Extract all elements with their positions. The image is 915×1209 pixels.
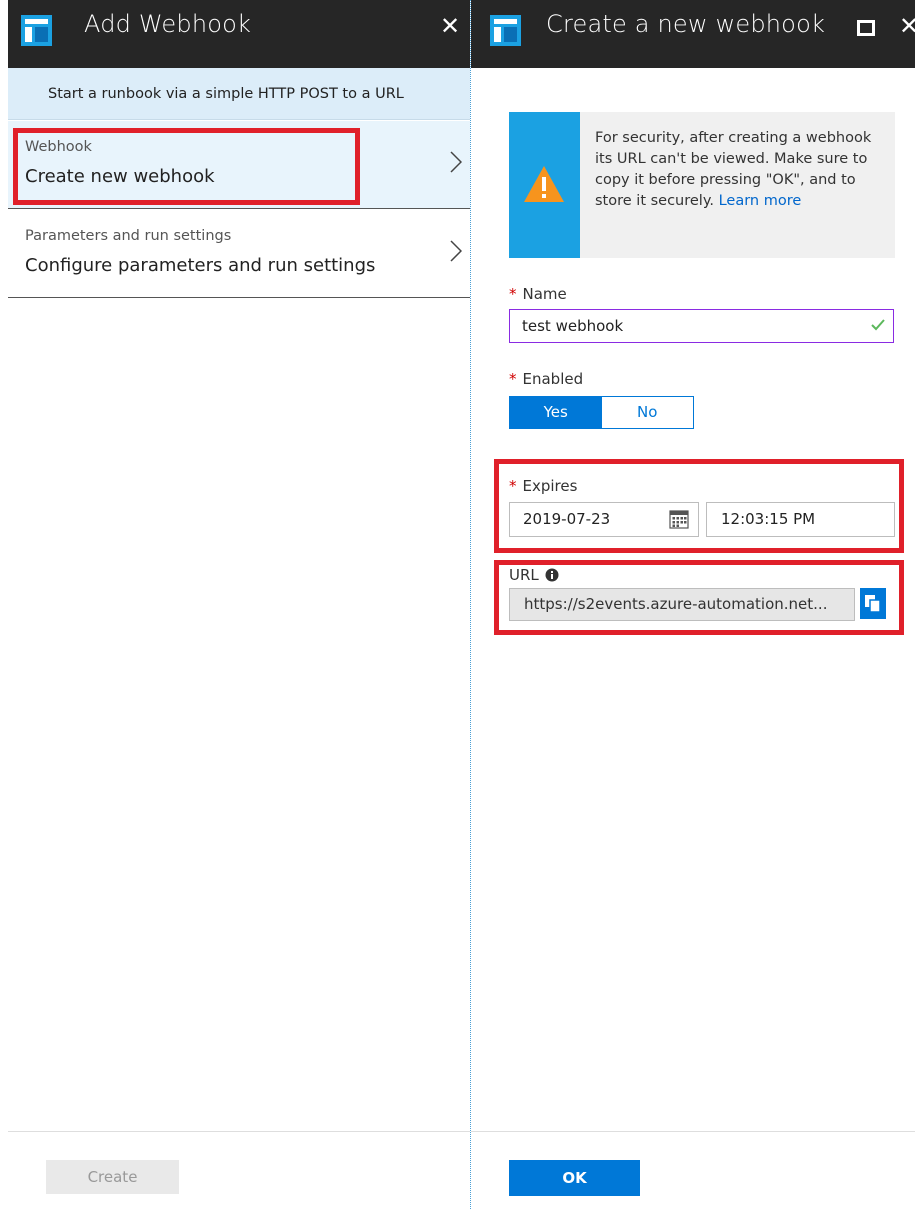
url-label-text: URL: [509, 566, 539, 584]
create-webhook-blade: Create a new webhook ✕ For security, aft…: [471, 0, 915, 1209]
name-input[interactable]: [509, 309, 894, 343]
required-marker: *: [509, 285, 517, 303]
footer-divider: [471, 1131, 915, 1132]
expires-label: * Expires: [509, 477, 577, 495]
nav-item-parameters[interactable]: Parameters and run settings Configure pa…: [8, 210, 470, 298]
blade-icon: [21, 15, 52, 46]
nav-item-sub-label: Webhook: [25, 139, 92, 155]
expires-label-text: Expires: [522, 477, 578, 495]
name-label-text: Name: [522, 285, 567, 303]
nav-item-main-label: Create new webhook: [25, 166, 215, 187]
blade-header: Add Webhook ✕: [8, 0, 470, 68]
maximize-icon[interactable]: [857, 20, 875, 36]
enabled-label-text: Enabled: [522, 370, 584, 388]
footer-divider: [8, 1131, 470, 1132]
url-field[interactable]: https://s2events.azure-automation.net...: [509, 588, 855, 621]
warning-strip: [509, 112, 580, 258]
ok-button[interactable]: OK: [509, 1160, 640, 1196]
checkmark-icon: [871, 319, 885, 331]
info-icon[interactable]: [545, 568, 559, 582]
enabled-label: * Enabled: [509, 370, 583, 388]
warning-triangle-icon: [524, 166, 564, 202]
blade-icon: [490, 15, 521, 46]
close-icon[interactable]: ✕: [899, 12, 915, 40]
learn-more-link[interactable]: Learn more: [719, 193, 802, 209]
blade-title: Add Webhook: [84, 10, 252, 38]
required-marker: *: [509, 370, 517, 388]
add-webhook-blade: Add Webhook ✕ Start a runbook via a simp…: [8, 0, 471, 1209]
close-icon[interactable]: ✕: [440, 12, 460, 40]
enabled-yes-option[interactable]: Yes: [510, 397, 602, 428]
security-warning: For security, after creating a webhook i…: [509, 112, 895, 258]
url-label: URL: [509, 566, 559, 584]
nav-item-webhook[interactable]: Webhook Create new webhook: [8, 121, 470, 209]
blade-header: Create a new webhook ✕: [471, 0, 915, 68]
blade-description: Start a runbook via a simple HTTP POST t…: [8, 68, 470, 120]
copy-button[interactable]: [860, 588, 886, 619]
enabled-no-option[interactable]: No: [601, 397, 693, 428]
chevron-right-icon: [450, 240, 462, 262]
enabled-toggle: Yes No: [509, 396, 694, 429]
required-marker: *: [509, 477, 517, 495]
name-label: * Name: [509, 285, 567, 303]
nav-item-sub-label: Parameters and run settings: [25, 228, 232, 244]
calendar-icon[interactable]: [669, 509, 689, 529]
expires-time-input[interactable]: 12:03:15 PM: [706, 502, 895, 537]
chevron-right-icon: [450, 151, 462, 173]
copy-icon: [865, 595, 881, 613]
nav-item-main-label: Configure parameters and run settings: [25, 255, 376, 276]
blade-title: Create a new webhook: [546, 10, 826, 38]
create-button[interactable]: Create: [46, 1160, 179, 1194]
warning-text: For security, after creating a webhook i…: [595, 128, 875, 212]
